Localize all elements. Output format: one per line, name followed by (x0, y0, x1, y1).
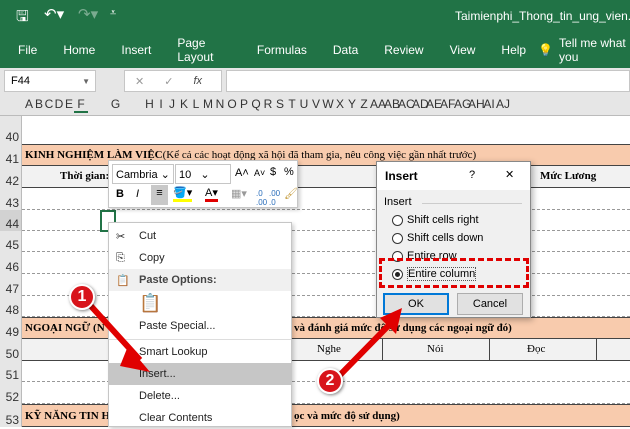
step-1-badge: 1 (69, 284, 95, 310)
arrow-2 (337, 319, 395, 378)
annotation-arrows (87, 302, 402, 378)
arrow-1-head (120, 346, 150, 372)
step-2-badge: 2 (317, 368, 343, 394)
